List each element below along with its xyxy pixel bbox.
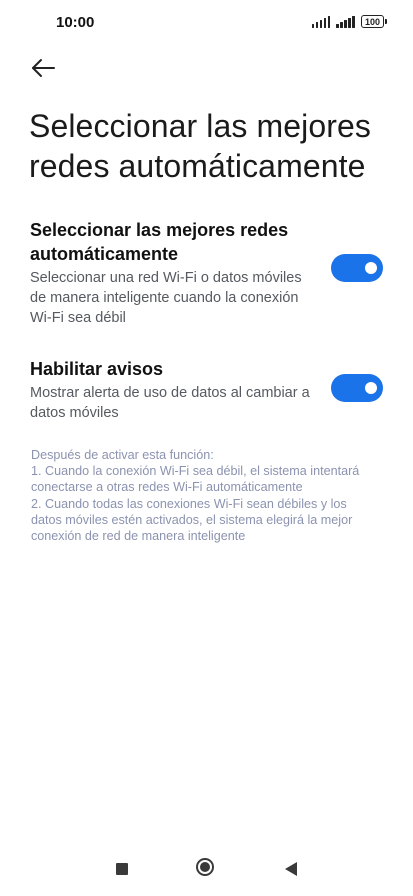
setting-description: Mostrar alerta de uso de datos al cambia… [30, 385, 310, 421]
battery-level: 100 [364, 16, 380, 27]
best-network-toggle[interactable] [331, 254, 383, 282]
signal-icon [311, 15, 331, 28]
setting-text: Seleccionar las mejores redes automática… [30, 218, 320, 328]
info-note-line: Después de activar esta función: [31, 448, 214, 462]
back-button[interactable] [30, 57, 60, 81]
back-triangle-icon[interactable] [285, 862, 297, 876]
status-bar: 10:00 100 [0, 0, 413, 48]
info-note-line: 2. Cuando todas las conexiones Wi-Fi sea… [31, 496, 353, 544]
setting-text: Habilitar avisos Mostrar alerta de uso d… [30, 357, 320, 423]
setting-title: Habilitar avisos [30, 359, 164, 379]
setting-title: Seleccionar las mejores redes automática… [30, 220, 289, 264]
setting-enable-alerts[interactable]: Habilitar avisos Mostrar alerta de uso d… [30, 357, 385, 423]
home-circle-icon[interactable] [196, 858, 214, 876]
toggle-knob [365, 382, 377, 394]
screen: 10:00 100 Seleccionar las mejores redes … [0, 0, 413, 896]
setting-description: Seleccionar una red Wi-Fi o datos móvile… [30, 270, 302, 326]
navigation-bar [0, 846, 413, 896]
recents-square-icon[interactable] [116, 863, 128, 875]
info-note: Después de activar esta función: 1. Cuan… [31, 447, 381, 544]
signal-icon [336, 15, 355, 28]
toggle-knob [365, 262, 377, 274]
battery-icon: 100 [360, 15, 388, 28]
status-icons: 100 [311, 15, 388, 28]
enable-alerts-toggle[interactable] [331, 374, 383, 402]
info-note-line: 1. Cuando la conexión Wi-Fi sea débil, e… [31, 464, 360, 495]
status-time: 10:00 [56, 14, 95, 31]
setting-best-network[interactable]: Seleccionar las mejores redes automática… [30, 218, 385, 328]
page-title: Seleccionar las mejores redes automática… [29, 108, 372, 184]
arrow-left-icon [32, 59, 55, 77]
